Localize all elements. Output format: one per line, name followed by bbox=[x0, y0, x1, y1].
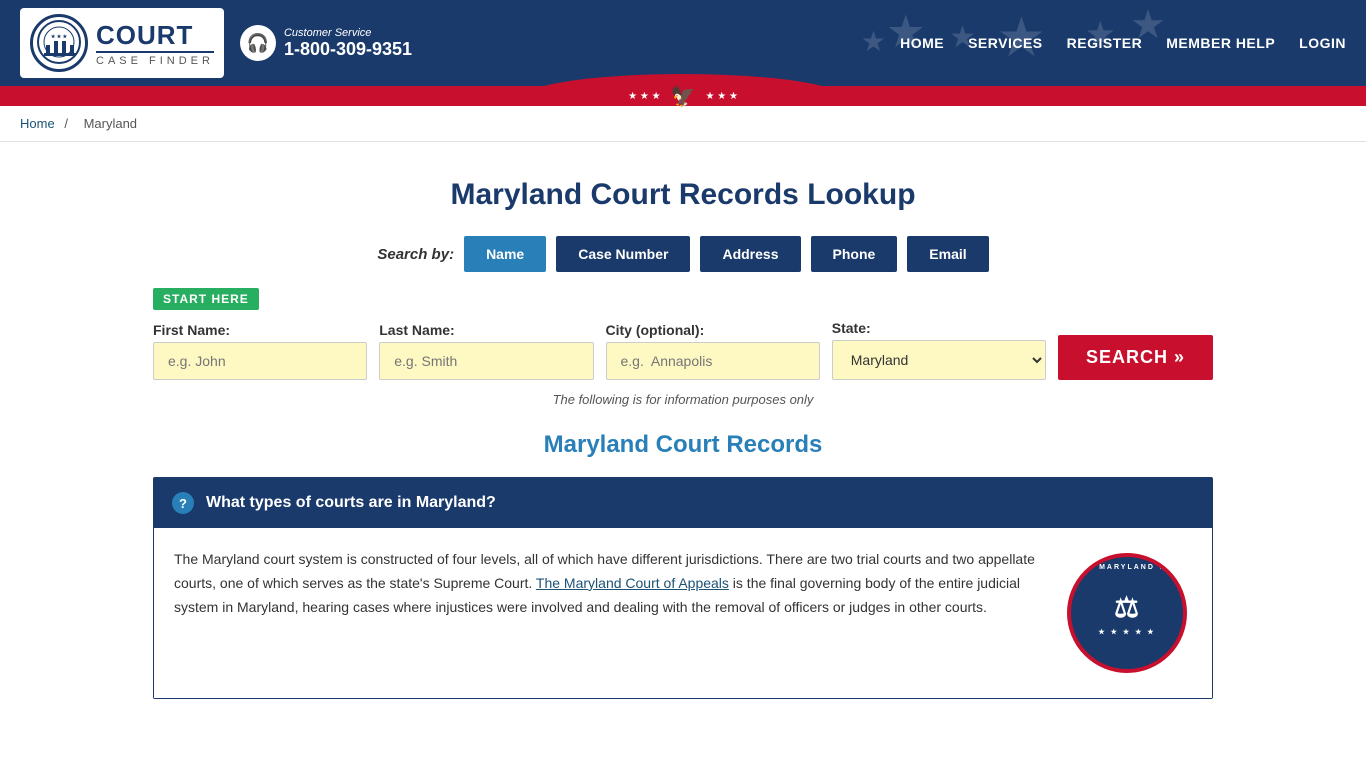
appeals-link[interactable]: The Maryland Court of Appeals bbox=[536, 575, 729, 591]
nav-services[interactable]: SERVICES bbox=[968, 35, 1043, 51]
accordion-body: The Maryland court system is constructed… bbox=[154, 528, 1212, 698]
breadcrumb-home[interactable]: Home bbox=[20, 116, 55, 131]
accordion-courts: ? What types of courts are in Maryland? … bbox=[153, 477, 1213, 699]
logo-casefinder-text: CASE FINDER bbox=[96, 51, 214, 67]
state-group: State: AlabamaAlaskaArizonaArkansasCalif… bbox=[832, 320, 1046, 380]
main-nav: HOME SERVICES REGISTER MEMBER HELP LOGIN bbox=[900, 35, 1346, 51]
last-name-input[interactable] bbox=[379, 342, 593, 380]
city-group: City (optional): bbox=[606, 322, 820, 380]
search-by-label: Search by: bbox=[377, 246, 454, 263]
last-name-label: Last Name: bbox=[379, 322, 593, 338]
logo-box: ★ ★ ★ COURT CASE FINDER bbox=[20, 8, 224, 78]
logo-circle: ★ ★ ★ bbox=[30, 14, 88, 72]
last-name-group: Last Name: bbox=[379, 322, 593, 380]
cs-phone: 1-800-309-9351 bbox=[284, 39, 412, 60]
tab-name[interactable]: Name bbox=[464, 236, 546, 272]
city-label: City (optional): bbox=[606, 322, 820, 338]
stars-left: ★ ★ ★ bbox=[628, 91, 660, 102]
city-input[interactable] bbox=[606, 342, 820, 380]
search-by-row: Search by: Name Case Number Address Phon… bbox=[153, 236, 1213, 272]
eagle-icon: 🦅 bbox=[671, 84, 696, 109]
info-notice: The following is for information purpose… bbox=[153, 392, 1213, 407]
state-label: State: bbox=[832, 320, 1046, 336]
seal-inner-text: ★ ★ ★ ★ ★ bbox=[1098, 628, 1155, 636]
breadcrumb-separator: / bbox=[64, 116, 68, 131]
stars-right: ★ ★ ★ bbox=[705, 91, 737, 102]
start-here-badge: START HERE bbox=[153, 288, 259, 310]
header-left: ★ ★ ★ COURT CASE FINDER 🎧 Customer Servi… bbox=[20, 8, 412, 78]
nav-home[interactable]: HOME bbox=[900, 35, 944, 51]
nav-register[interactable]: REGISTER bbox=[1067, 35, 1143, 51]
first-name-label: First Name: bbox=[153, 322, 367, 338]
tab-address[interactable]: Address bbox=[700, 236, 800, 272]
tab-case-number[interactable]: Case Number bbox=[556, 236, 690, 272]
search-fields-row: First Name: Last Name: City (optional): … bbox=[153, 320, 1213, 380]
nav-login[interactable]: LOGIN bbox=[1299, 35, 1346, 51]
search-button[interactable]: SEARCH » bbox=[1058, 335, 1213, 380]
maryland-seal-wrapper: ★ MARYLAND ★ ⚖ ★ ★ ★ ★ ★ bbox=[1062, 548, 1192, 678]
tab-email[interactable]: Email bbox=[907, 236, 988, 272]
question-icon: ? bbox=[172, 492, 194, 514]
svg-text:★ ★ ★: ★ ★ ★ bbox=[51, 34, 68, 40]
breadcrumb: Home / Maryland bbox=[0, 106, 1366, 142]
cs-label: Customer Service bbox=[284, 27, 412, 39]
logo-court-text: COURT bbox=[96, 20, 214, 51]
first-name-input[interactable] bbox=[153, 342, 367, 380]
seal-scales-icon: ⚖ bbox=[1114, 591, 1140, 624]
logo-text: COURT CASE FINDER bbox=[96, 20, 214, 67]
cs-text: Customer Service 1-800-309-9351 bbox=[284, 27, 412, 60]
tab-phone[interactable]: Phone bbox=[811, 236, 898, 272]
seal-arc-text: ★ MARYLAND ★ bbox=[1087, 563, 1167, 571]
accordion-text: The Maryland court system is constructed… bbox=[174, 548, 1042, 678]
start-here-badge-wrapper: START HERE bbox=[153, 288, 1213, 320]
accordion-header[interactable]: ? What types of courts are in Maryland? bbox=[154, 478, 1212, 528]
customer-service: 🎧 Customer Service 1-800-309-9351 bbox=[240, 25, 412, 61]
maryland-seal: ★ MARYLAND ★ ⚖ ★ ★ ★ ★ ★ bbox=[1067, 553, 1187, 673]
logo-emblem: ★ ★ ★ bbox=[36, 19, 82, 68]
first-name-group: First Name: bbox=[153, 322, 367, 380]
page-title: Maryland Court Records Lookup bbox=[153, 178, 1213, 212]
wave-banner: ★ ★ ★ 🦅 ★ ★ ★ bbox=[0, 86, 1366, 106]
main-content: Maryland Court Records Lookup Search by:… bbox=[133, 142, 1233, 719]
eagle-decoration: ★ ★ ★ 🦅 ★ ★ ★ bbox=[628, 84, 738, 109]
breadcrumb-current: Maryland bbox=[84, 116, 137, 131]
nav-member-help[interactable]: MEMBER HELP bbox=[1166, 35, 1275, 51]
accordion-title: What types of courts are in Maryland? bbox=[206, 494, 496, 512]
state-select[interactable]: AlabamaAlaskaArizonaArkansasCaliforniaCo… bbox=[832, 340, 1046, 380]
headset-icon: 🎧 bbox=[240, 25, 276, 61]
section-title: Maryland Court Records bbox=[153, 431, 1213, 459]
